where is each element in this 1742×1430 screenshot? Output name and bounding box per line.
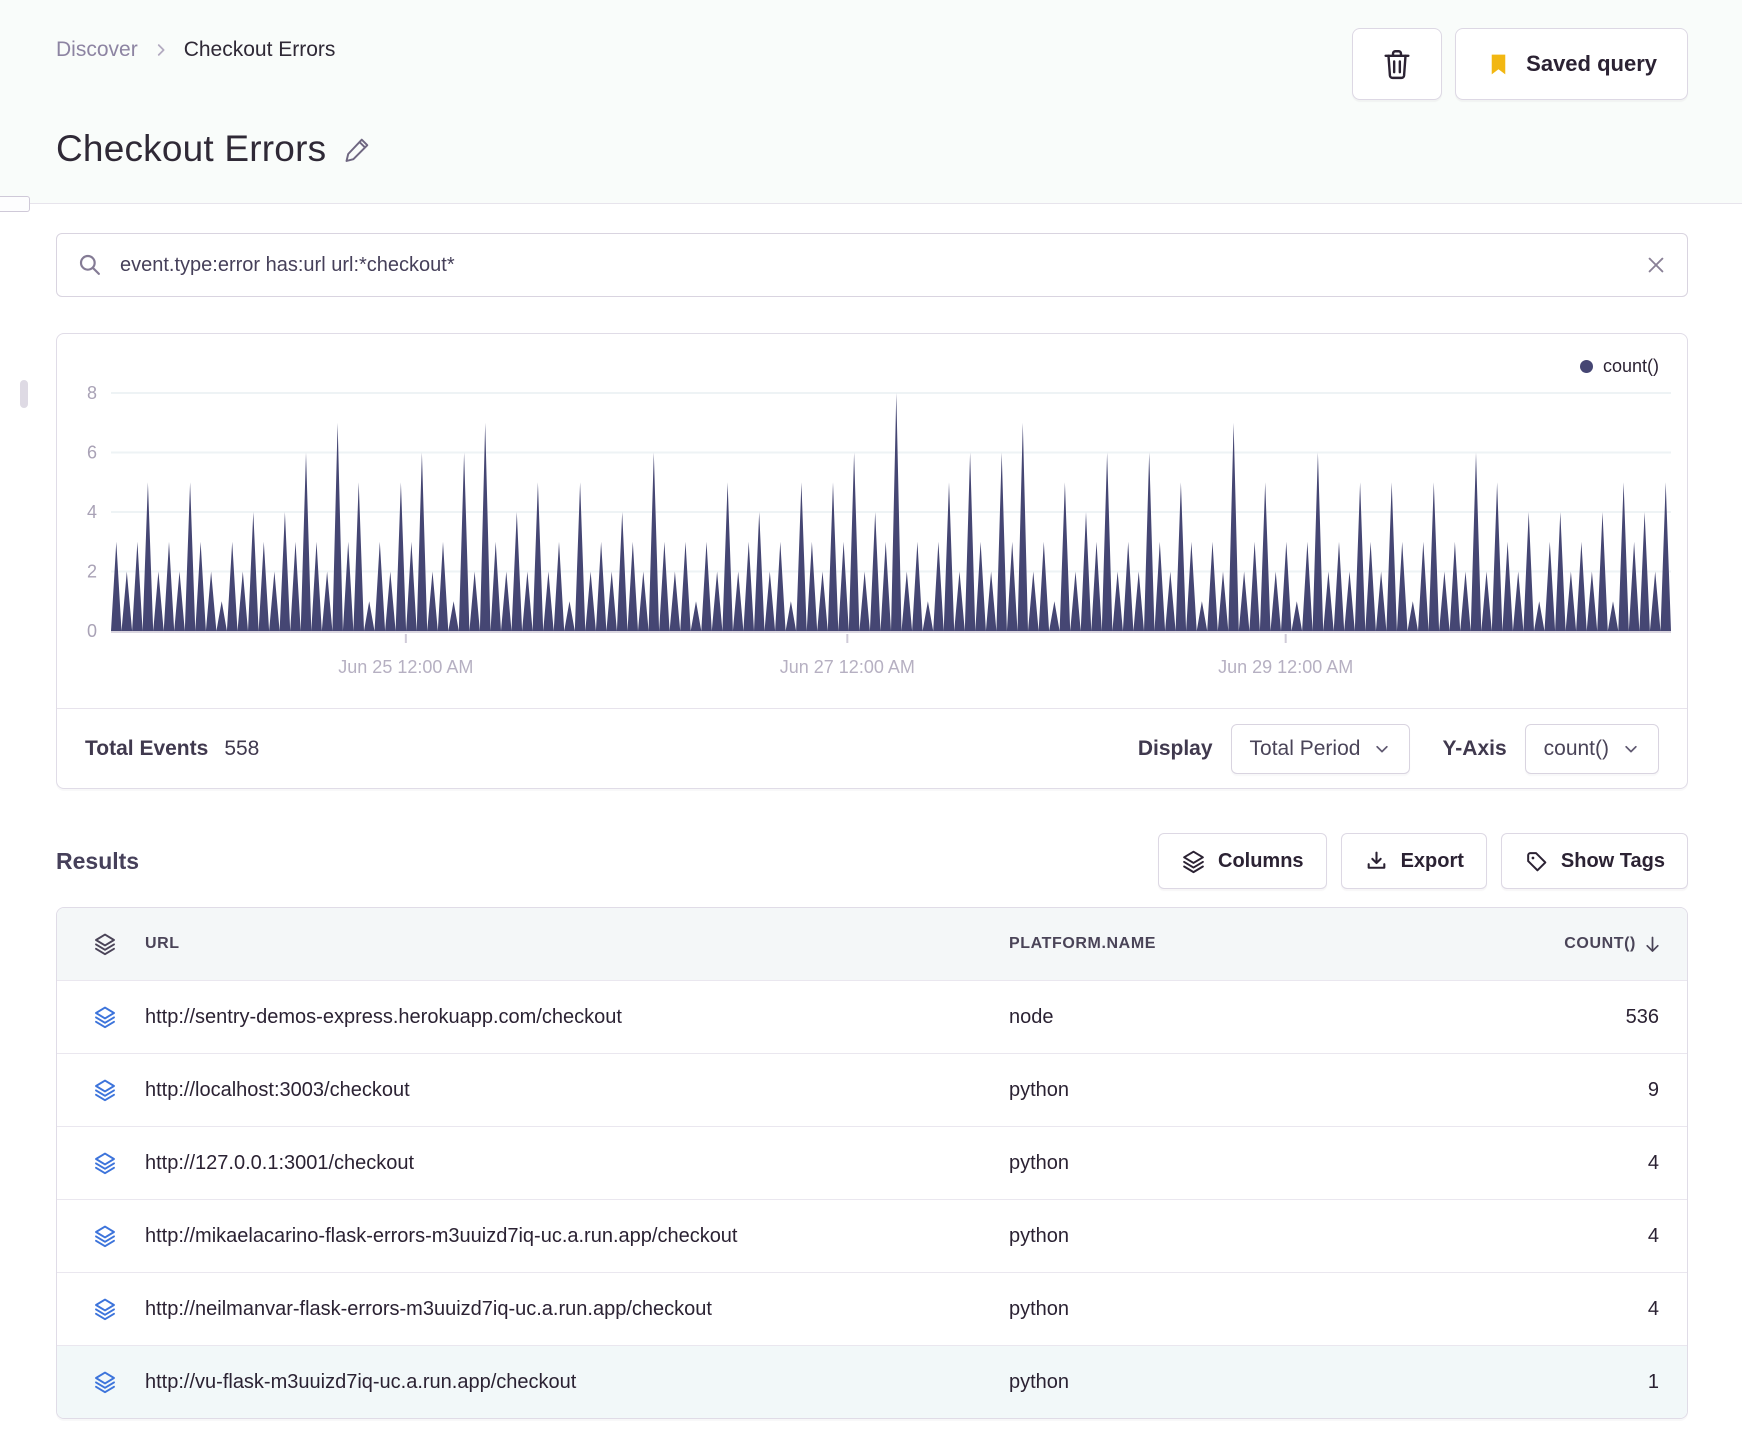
total-events: Total Events 558 [85, 737, 259, 761]
table-header-row: URL PLATFORM.NAME COUNT() [57, 908, 1687, 980]
count-cell: 4 [1647, 1224, 1659, 1247]
yaxis-value: count() [1543, 736, 1609, 760]
column-header-url[interactable]: URL [145, 935, 1009, 953]
svg-text:0: 0 [87, 621, 97, 641]
count-cell: 4 [1647, 1151, 1659, 1174]
layers-icon[interactable] [57, 1224, 145, 1248]
scroll-indicator [20, 380, 28, 408]
svg-text:8: 8 [87, 383, 97, 403]
x-axis-label: Jun 25 12:00 AM [338, 657, 473, 677]
svg-text:2: 2 [87, 562, 97, 582]
chevron-down-icon [1622, 740, 1640, 758]
search-bar[interactable] [56, 233, 1688, 297]
page-title: Checkout Errors [56, 128, 327, 169]
platform-cell: python [1009, 1151, 1070, 1174]
display-select[interactable]: Total Period [1230, 723, 1411, 774]
results-heading: Results [56, 847, 140, 874]
table-row: http://mikaelacarino-flask-errors-m3uuiz… [57, 1199, 1687, 1272]
platform-cell: python [1009, 1078, 1070, 1101]
table-row: http://localhost:3003/checkout python 9 [57, 1053, 1687, 1126]
search-icon [77, 252, 103, 278]
layers-icon[interactable] [57, 932, 145, 956]
show-tags-button[interactable]: Show Tags [1500, 833, 1688, 889]
yaxis-select[interactable]: count() [1524, 723, 1659, 774]
search-input[interactable] [118, 252, 1630, 278]
layers-icon[interactable] [57, 1151, 145, 1175]
url-cell[interactable]: http://vu-flask-m3uuizd7iq-uc.a.run.app/… [145, 1371, 1009, 1394]
url-cell[interactable]: http://127.0.0.1:3001/checkout [145, 1152, 1009, 1175]
layers-icon[interactable] [57, 1370, 145, 1394]
page-header: Discover Checkout Errors Saved query Che… [0, 0, 1742, 204]
platform-cell: python [1009, 1370, 1070, 1393]
breadcrumb-current: Checkout Errors [183, 38, 336, 61]
close-icon[interactable] [1645, 254, 1667, 276]
chevron-right-icon [152, 41, 170, 59]
url-cell[interactable]: http://mikaelacarino-flask-errors-m3uuiz… [145, 1225, 1009, 1248]
trash-icon [1380, 47, 1414, 81]
chart-legend[interactable]: count() [1579, 356, 1659, 377]
layers-icon[interactable] [57, 1005, 145, 1029]
breadcrumb-discover[interactable]: Discover [56, 38, 138, 62]
svg-text:4: 4 [87, 502, 97, 522]
table-row: http://neilmanvar-flask-errors-m3uuizd7i… [57, 1272, 1687, 1345]
x-axis-label: Jun 29 12:00 AM [1218, 657, 1353, 677]
tag-icon [1524, 849, 1549, 874]
arrow-down-icon [1642, 934, 1663, 955]
platform-cell: node [1009, 1005, 1054, 1028]
platform-cell: python [1009, 1297, 1070, 1320]
events-chart-panel: count() 0 2 4 6 8 Jun 25 12:00 AM Jun 27 12:00… [56, 333, 1688, 789]
count-column-label: COUNT() [1564, 935, 1636, 952]
chevron-down-icon [1373, 740, 1391, 758]
svg-text:6: 6 [87, 443, 97, 463]
results-table: URL PLATFORM.NAME COUNT() http://sentry-… [56, 907, 1688, 1419]
x-axis-label: Jun 27 12:00 AM [780, 657, 915, 677]
display-label: Display [1137, 736, 1213, 760]
export-button[interactable]: Export [1340, 833, 1487, 889]
column-header-count[interactable]: COUNT() [1413, 934, 1687, 955]
pencil-icon[interactable] [342, 134, 373, 165]
breadcrumb: Discover Checkout Errors [56, 28, 335, 62]
total-events-value: 558 [224, 736, 260, 760]
display-value: Total Period [1249, 736, 1361, 760]
layers-icon[interactable] [57, 1297, 145, 1321]
count-cell: 9 [1647, 1078, 1659, 1101]
show-tags-label: Show Tags [1560, 849, 1665, 872]
saved-query-button[interactable]: Saved query [1455, 28, 1688, 100]
chart-footer: Total Events 558 Display Total Period Y-… [57, 708, 1687, 788]
saved-query-label: Saved query [1526, 51, 1657, 76]
url-cell[interactable]: http://localhost:3003/checkout [145, 1079, 1009, 1102]
layers-icon [1181, 849, 1206, 874]
yaxis-label: Y-Axis [1442, 736, 1507, 760]
download-icon [1364, 849, 1389, 874]
bookmark-icon [1486, 51, 1511, 78]
platform-cell: python [1009, 1224, 1070, 1247]
total-events-label: Total Events [85, 736, 209, 760]
columns-button[interactable]: Columns [1158, 833, 1327, 889]
sidebar-collapse-handle[interactable] [0, 196, 30, 212]
events-spike-chart[interactable]: 0 2 4 6 8 Jun 25 12:00 AM Jun 27 12:00 AM Jun 2… [57, 334, 1687, 708]
count-cell: 4 [1647, 1297, 1659, 1320]
table-row: http://127.0.0.1:3001/checkout python 4 [57, 1126, 1687, 1199]
url-cell[interactable]: http://neilmanvar-flask-errors-m3uuizd7i… [145, 1298, 1009, 1321]
legend-dot-icon [1579, 360, 1593, 373]
export-label: Export [1400, 849, 1464, 872]
column-header-platform[interactable]: PLATFORM.NAME [1009, 935, 1413, 953]
count-cell: 536 [1625, 1005, 1659, 1028]
delete-query-button[interactable] [1352, 28, 1443, 100]
table-row: http://vu-flask-m3uuizd7iq-uc.a.run.app/… [57, 1345, 1687, 1418]
table-row: http://sentry-demos-express.herokuapp.co… [57, 980, 1687, 1053]
count-cell: 1 [1647, 1370, 1659, 1393]
columns-label: Columns [1218, 849, 1304, 872]
layers-icon[interactable] [57, 1078, 145, 1102]
url-cell[interactable]: http://sentry-demos-express.herokuapp.co… [145, 1006, 1009, 1029]
legend-label: count() [1602, 356, 1659, 376]
